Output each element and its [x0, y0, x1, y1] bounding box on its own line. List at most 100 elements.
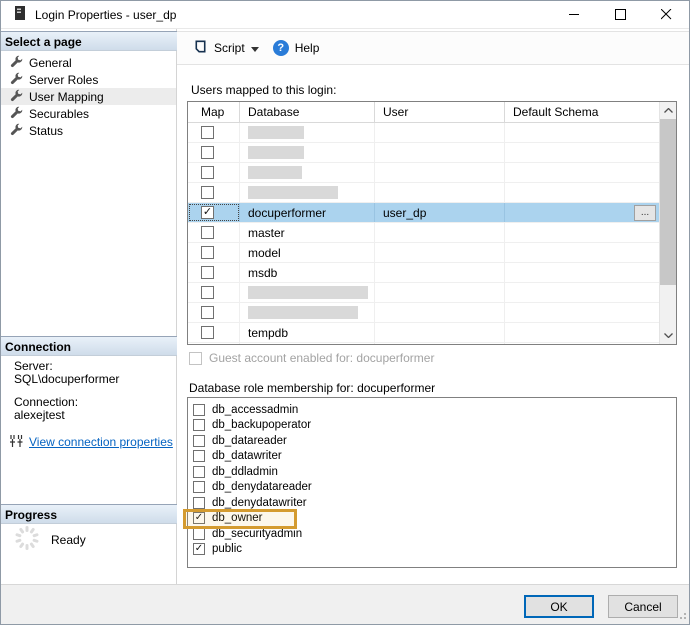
role-checkbox[interactable]	[193, 466, 205, 478]
left-panel: Select a page GeneralServer RolesUser Ma…	[1, 29, 177, 584]
role-item-db_datareader[interactable]: db_datareader	[188, 433, 676, 449]
connection-header: Connection	[1, 336, 177, 356]
role-checkbox[interactable]	[193, 481, 205, 493]
database-cell	[240, 303, 375, 322]
view-connection-properties-link[interactable]: View connection properties	[29, 436, 173, 449]
table-row[interactable]: master	[188, 223, 659, 243]
map-checkbox[interactable]	[201, 226, 214, 239]
map-checkbox[interactable]	[201, 246, 214, 259]
map-checkbox[interactable]	[201, 306, 214, 319]
database-cell	[240, 143, 375, 162]
table-row[interactable]	[188, 343, 659, 345]
user-cell	[375, 223, 505, 242]
role-checkbox[interactable]	[193, 435, 205, 447]
maximize-button[interactable]	[597, 1, 643, 28]
map-cell	[188, 283, 240, 302]
map-checkbox[interactable]: ✓	[201, 206, 214, 219]
page-list: GeneralServer Roles User MappingSecurable…	[1, 54, 176, 139]
sidebar-item-securables[interactable]: Securables	[1, 105, 176, 122]
map-cell	[188, 183, 240, 202]
cancel-button[interactable]: Cancel	[608, 595, 678, 618]
role-checkbox[interactable]: ✓	[193, 543, 205, 555]
map-checkbox[interactable]	[201, 166, 214, 179]
database-cell: model	[240, 243, 375, 262]
role-item-db_accessadmin[interactable]: db_accessadmin	[188, 402, 676, 418]
sidebar-item-label: Status	[29, 124, 63, 138]
sidebar-item-user-mapping[interactable]: User Mapping	[1, 88, 176, 105]
database-cell: docuperformer	[240, 203, 375, 222]
resize-grip[interactable]	[677, 609, 687, 623]
table-row[interactable]	[188, 123, 659, 143]
scroll-down-icon[interactable]	[660, 327, 676, 344]
titlebar: Login Properties - user_dp	[1, 1, 689, 29]
column-header-map: Map	[188, 102, 240, 122]
table-row[interactable]: ✓docuperformeruser_dp...	[188, 203, 659, 223]
role-name: public	[212, 543, 242, 555]
default-schema-cell	[505, 283, 659, 302]
map-checkbox[interactable]	[201, 286, 214, 299]
map-checkbox[interactable]	[201, 186, 214, 199]
role-checkbox[interactable]	[193, 404, 205, 416]
user-cell	[375, 163, 505, 182]
scrollbar-thumb[interactable]	[660, 119, 676, 285]
role-item-db_denydatareader[interactable]: db_denydatareader	[188, 480, 676, 496]
table-row[interactable]: model	[188, 243, 659, 263]
sidebar-item-server-roles[interactable]: Server Roles	[1, 71, 176, 88]
minimize-button[interactable]	[551, 1, 597, 28]
role-item-db_datawriter[interactable]: db_datawriter	[188, 449, 676, 465]
role-checkbox[interactable]	[193, 419, 205, 431]
role-item-db_backupoperator[interactable]: db_backupoperator	[188, 418, 676, 434]
users-table: Map Database User Default Schema ✓docupe…	[187, 101, 677, 345]
window-title: Login Properties - user_dp	[35, 8, 176, 22]
role-checkbox[interactable]	[193, 497, 205, 509]
database-cell: tempdb	[240, 323, 375, 342]
sidebar-item-label: User Mapping	[29, 90, 104, 104]
role-item-db_denydatawriter[interactable]: db_denydatawriter	[188, 495, 676, 511]
sidebar-item-general[interactable]: General	[1, 54, 176, 71]
role-checkbox[interactable]	[193, 450, 205, 462]
table-row[interactable]	[188, 163, 659, 183]
map-checkbox[interactable]	[201, 146, 214, 159]
role-checkbox[interactable]: ✓	[193, 512, 205, 524]
database-cell: msdb	[240, 263, 375, 282]
user-cell	[375, 343, 505, 345]
table-scrollbar[interactable]	[659, 102, 676, 344]
close-button[interactable]	[643, 1, 689, 28]
default-schema-cell	[505, 143, 659, 162]
table-row[interactable]: msdb	[188, 263, 659, 283]
role-item-db_ddladmin[interactable]: db_ddladmin	[188, 464, 676, 480]
table-row[interactable]: tempdb	[188, 323, 659, 343]
default-schema-cell	[505, 163, 659, 182]
role-item-public[interactable]: ✓ public	[188, 542, 676, 558]
table-row[interactable]	[188, 283, 659, 303]
map-cell	[188, 303, 240, 322]
role-checkbox[interactable]	[193, 528, 205, 540]
script-icon	[193, 39, 208, 57]
user-cell	[375, 303, 505, 322]
role-name: db_ddladmin	[212, 466, 278, 478]
default-schema-cell	[505, 123, 659, 142]
role-item-db_owner[interactable]: ✓db_owner	[188, 511, 676, 527]
login-properties-icon	[14, 5, 26, 24]
table-row[interactable]	[188, 183, 659, 203]
map-cell	[188, 143, 240, 162]
ok-button[interactable]: OK	[524, 595, 594, 618]
wrench-icon	[10, 123, 23, 139]
redacted-database-name	[248, 306, 358, 319]
role-item-db_securityadmin[interactable]: db_securityadmin	[188, 526, 676, 542]
role-name: db_securityadmin	[212, 528, 302, 540]
scroll-up-icon[interactable]	[660, 102, 676, 119]
script-dropdown-arrow[interactable]	[251, 41, 259, 55]
footer: OK Cancel	[1, 584, 689, 625]
sidebar-item-status[interactable]: Status	[1, 122, 176, 139]
map-cell	[188, 243, 240, 262]
help-button[interactable]: ? Help	[266, 36, 327, 60]
browse-default-schema-button[interactable]: ...	[634, 205, 656, 221]
script-button[interactable]: Script	[186, 35, 266, 61]
database-cell	[240, 183, 375, 202]
table-row[interactable]	[188, 303, 659, 323]
map-checkbox[interactable]	[201, 266, 214, 279]
table-row[interactable]	[188, 143, 659, 163]
map-checkbox[interactable]	[201, 126, 214, 139]
map-checkbox[interactable]	[201, 326, 214, 339]
